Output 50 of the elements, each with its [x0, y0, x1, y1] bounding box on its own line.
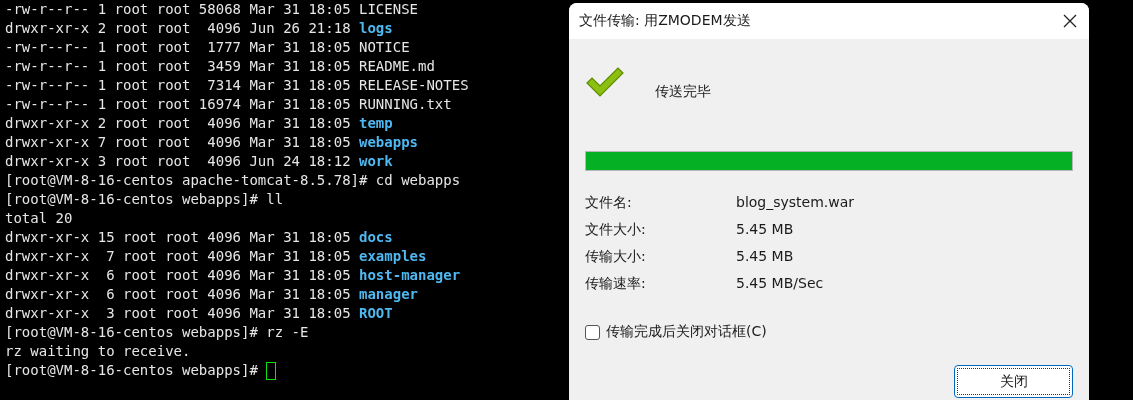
info-label: 传输大小: — [585, 248, 647, 266]
terminal-line: drwxr-xr-x 7 root root 4096 Mar 31 18:05 — [5, 133, 352, 152]
terminal-line: drwxr-xr-x 2 root root 4096 Jun 26 21:18 — [5, 19, 352, 38]
info-label: 文件名: — [585, 194, 633, 212]
file-name: NOTICE — [359, 38, 410, 57]
terminal-line: drwxr-xr-x 6 root root 4096 Mar 31 18:05 — [5, 285, 352, 304]
terminal-prompt: [root@VM-8-16-centos webapps]# — [5, 361, 259, 380]
terminal-line: -rw-r--r-- 1 root root 16974 Mar 31 18:05 — [5, 95, 352, 114]
directory-name: docs — [359, 228, 393, 247]
directory-name: manager — [359, 285, 419, 304]
checkmark-icon — [585, 67, 625, 99]
directory-name: logs — [359, 19, 393, 38]
terminal-line: total 20 — [5, 209, 73, 228]
terminal-line: rz waiting to receive. — [5, 342, 191, 361]
info-label: 文件大小: — [585, 221, 647, 239]
cursor — [266, 361, 277, 380]
file-name: RUNNING.txt — [359, 95, 452, 114]
terminal-line: -rw-r--r-- 1 root root 58068 Mar 31 18:05 — [5, 0, 352, 19]
terminal-line: [root@VM-8-16-centos webapps]# ll — [5, 190, 284, 209]
file-name: RELEASE-NOTES — [359, 76, 469, 95]
directory-name: temp — [359, 114, 393, 133]
terminal-line: drwxr-xr-x 7 root root 4096 Mar 31 18:05 — [5, 247, 352, 266]
terminal-line: -rw-r--r-- 1 root root 7314 Mar 31 18:05 — [5, 76, 352, 95]
file-name: README.md — [359, 57, 435, 76]
terminal-line: -rw-r--r-- 1 root root 3459 Mar 31 18:05 — [5, 57, 352, 76]
directory-name: work — [359, 152, 393, 171]
terminal-line: -rw-r--r-- 1 root root 1777 Mar 31 18:05 — [5, 38, 352, 57]
directory-name: webapps — [359, 133, 419, 152]
directory-name: ROOT — [359, 304, 393, 323]
terminal-line: drwxr-xr-x 6 root root 4096 Mar 31 18:05 — [5, 266, 352, 285]
info-value: 5.45 MB/Sec — [736, 275, 825, 293]
checkbox-label: 传输完成后关闭对话框(C) — [606, 323, 767, 341]
terminal-line: [root@VM-8-16-centos webapps]# rz -E — [5, 323, 309, 342]
directory-name: host-manager — [359, 266, 461, 285]
close-icon[interactable] — [1063, 14, 1077, 28]
close-button[interactable]: 关闭 — [954, 365, 1073, 398]
window-title: 文件传输: 用ZMODEM发送 — [579, 12, 751, 30]
status-text: 传送完毕 — [655, 83, 711, 101]
terminal-line: [root@VM-8-16-centos apache-tomcat-8.5.78]# cd webapps — [5, 171, 461, 190]
terminal-line: drwxr-xr-x 2 root root 4096 Mar 31 18:05 — [5, 114, 352, 133]
terminal-line: drwxr-xr-x 15 root root 4096 Mar 31 18:05 — [5, 228, 352, 247]
terminal-line: drwxr-xr-x 3 root root 4096 Mar 31 18:05 — [5, 304, 352, 323]
info-value: 5.45 MB — [736, 248, 795, 266]
directory-name: examples — [359, 247, 427, 266]
info-label: 传输速率: — [585, 275, 647, 293]
terminal-line: drwxr-xr-x 3 root root 4096 Jun 24 18:12 — [5, 152, 352, 171]
file-name: LICENSE — [359, 0, 419, 19]
info-value: 5.45 MB — [736, 221, 795, 239]
info-value: blog_system.war — [736, 194, 856, 212]
checkbox[interactable] — [585, 324, 600, 340]
